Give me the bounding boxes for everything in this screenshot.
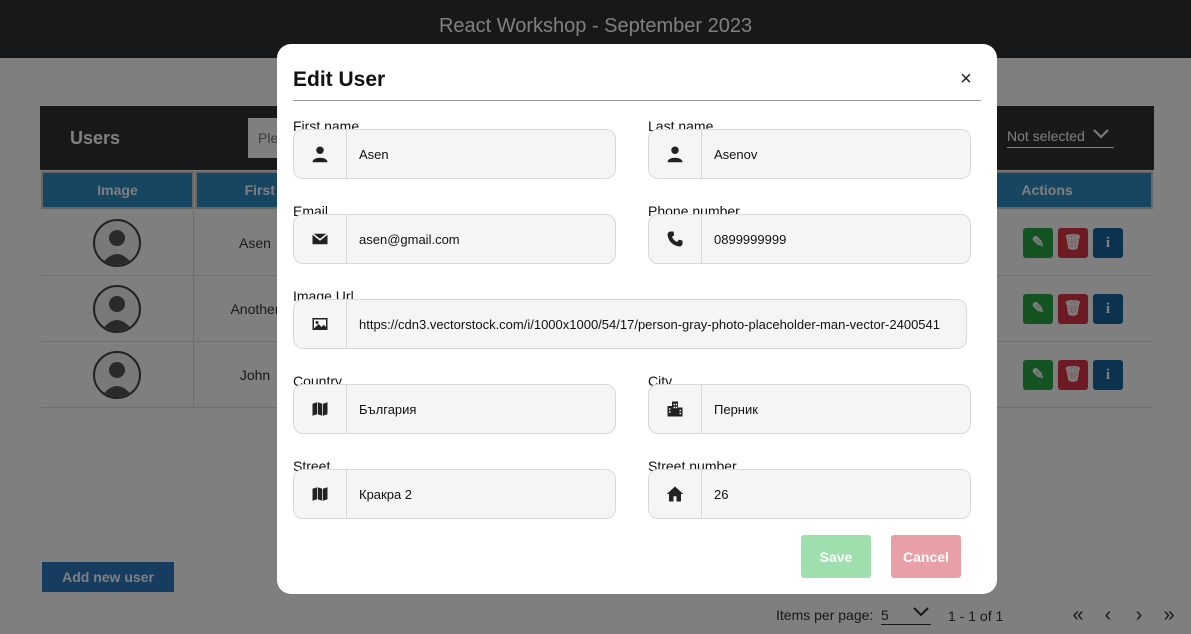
image-url-box [293,299,967,349]
edit-user-modal: Edit User × First name Last name Email [277,44,997,594]
street-number-box [648,469,971,519]
country-input[interactable] [359,385,609,433]
phone-box [648,214,971,264]
divider [293,100,981,101]
city-input[interactable] [714,385,964,433]
close-icon: × [960,68,972,90]
country-box [293,384,616,434]
last-name-input[interactable] [714,130,964,178]
city-box [648,384,971,434]
home-icon [649,470,702,518]
save-button[interactable]: Save [801,535,871,578]
street-box [293,469,616,519]
street-input[interactable] [359,470,609,518]
cancel-button[interactable]: Cancel [891,535,961,578]
modal-title: Edit User [293,68,386,91]
phone-input[interactable] [714,215,964,263]
map-icon [294,470,347,518]
map-icon [294,385,347,433]
last-name-box [648,129,971,179]
first-name-box [293,129,616,179]
city-icon [649,385,702,433]
street-number-input[interactable] [714,470,964,518]
close-button[interactable]: × [956,69,976,89]
email-input[interactable] [359,215,609,263]
first-name-input[interactable] [359,130,609,178]
image-url-input[interactable] [359,300,963,348]
image-icon [294,300,347,348]
user-icon [294,130,347,178]
user-icon [649,130,702,178]
email-box [293,214,616,264]
phone-icon [649,215,702,263]
envelope-icon [294,215,347,263]
